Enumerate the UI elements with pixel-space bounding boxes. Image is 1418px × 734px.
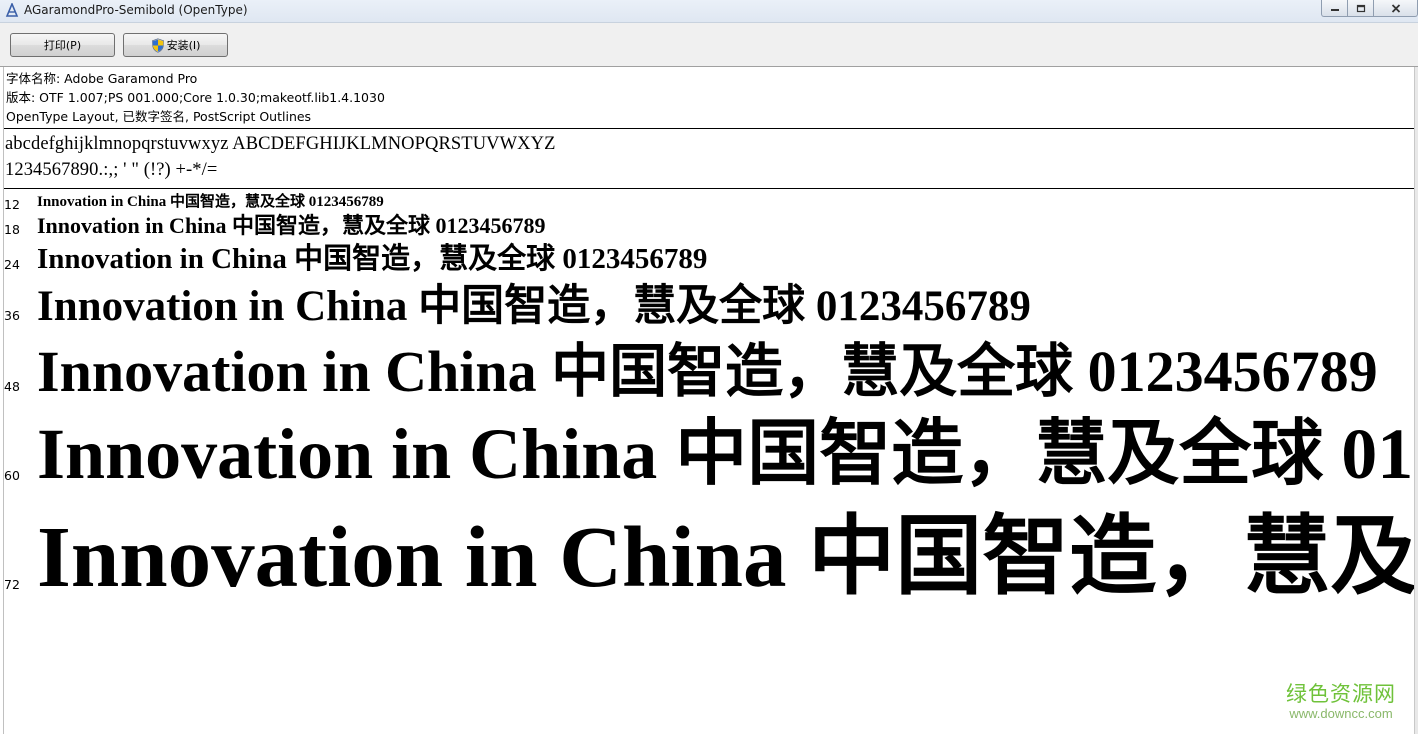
maximize-button[interactable] (1348, 0, 1374, 17)
sample-size-label: 60 (4, 468, 20, 483)
font-version-line: 版本: OTF 1.007;PS 001.000;Core 1.0.30;mak… (6, 90, 385, 105)
sample-text: Innovation in China 中国智造，慧及全球 0123456789 (37, 283, 1031, 330)
uac-shield-icon (151, 37, 164, 53)
window-title: AGaramondPro-Semibold (OpenType) (24, 3, 248, 17)
divider (4, 128, 1416, 129)
sample-size-label: 36 (4, 308, 20, 323)
minimize-icon (1330, 9, 1339, 11)
install-button-label: 安装(I) (166, 39, 201, 52)
charset-digits-punctuation: 1234567890.:,; ' " (!?) +-*/= (5, 160, 218, 180)
font-file-icon (5, 3, 19, 17)
sample-size-label: 12 (4, 197, 20, 212)
close-button[interactable] (1374, 0, 1418, 17)
sample-size-label: 48 (4, 379, 20, 394)
sample-row-72: 72 Innovation in China 中国智造，慧及全球 0123456… (4, 507, 1416, 637)
watermark-brand: 绿色资源网 (1286, 682, 1396, 706)
minimize-button[interactable] (1321, 0, 1348, 17)
watermark-url: www.downcc.com (1289, 706, 1393, 721)
sample-text: Innovation in China 中国智造，慧及全球 0123456789 (37, 414, 1416, 494)
print-button-label: 打印(P) (43, 39, 82, 52)
sample-text: Innovation in China 中国智造，慧及全球 0123456789 (37, 243, 708, 275)
sample-size-label: 18 (4, 222, 20, 237)
maximize-icon (1356, 4, 1365, 12)
font-preview-area[interactable]: 字体名称: Adobe Garamond Pro 版本: OTF 1.007;P… (3, 67, 1416, 734)
sample-text: Innovation in China 中国智造，慧及全球 0123456789 (37, 194, 384, 210)
divider (4, 188, 1416, 189)
sample-size-label: 24 (4, 257, 20, 272)
charset-letters: abcdefghijklmnopqrstuvwxyz ABCDEFGHIJKLM… (5, 134, 556, 154)
font-name-line: 字体名称: Adobe Garamond Pro (6, 71, 198, 86)
sample-size-label: 72 (4, 577, 20, 592)
font-type-line: OpenType Layout, 已数字签名, PostScript Outli… (6, 109, 312, 124)
watermark-logo: 绿色资源网 www.downcc.com (1286, 682, 1396, 721)
window-controls (1321, 0, 1418, 18)
print-button[interactable]: 打印(P) (10, 33, 115, 57)
sample-text: Innovation in China 中国智造，慧及全球 0123456789 (37, 508, 1416, 605)
sample-text: Innovation in China 中国智造，慧及全球 0123456789 (37, 213, 546, 238)
title-bar[interactable]: AGaramondPro-Semibold (OpenType) (0, 0, 1418, 23)
sample-text: Innovation in China 中国智造，慧及全球 0123456789 (37, 339, 1378, 404)
install-button[interactable]: 安装(I) (123, 33, 228, 57)
font-info: 字体名称: Adobe Garamond Pro 版本: OTF 1.007;P… (6, 69, 385, 126)
toolbar: 打印(P) 安装(I) (0, 23, 1418, 67)
close-icon (1391, 3, 1400, 13)
font-viewer-window: AGaramondPro-Semibold (OpenType) 打印(P) 安… (0, 0, 1418, 734)
scrollbar[interactable] (1414, 67, 1418, 734)
